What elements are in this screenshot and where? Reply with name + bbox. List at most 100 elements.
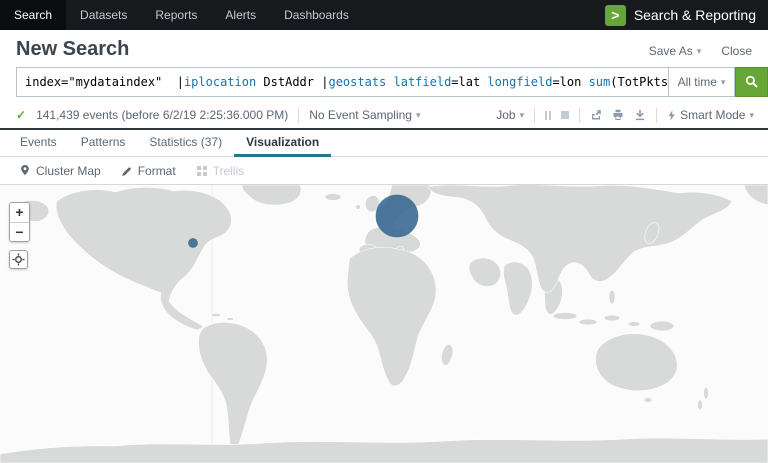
nav-item-datasets[interactable]: Datasets [66, 0, 141, 30]
query-segment-modifier: latfield [394, 75, 452, 89]
search-mode-label: Smart Mode [680, 108, 745, 122]
zoom-in-button[interactable]: + [10, 203, 29, 222]
indonesia-island [579, 319, 597, 325]
new-zealand [704, 387, 709, 399]
app-brand[interactable]: > Search & Reporting [593, 0, 768, 30]
save-as-button[interactable]: Save As ▾ [649, 44, 702, 58]
format-label: Format [138, 164, 176, 178]
job-dropdown[interactable]: Job ▾ [496, 108, 524, 122]
nav-item-search[interactable]: Search [0, 0, 66, 30]
tab-statistics-37[interactable]: Statistics (37) [137, 130, 234, 157]
search-icon [745, 75, 759, 89]
map-pin-icon [19, 164, 31, 177]
continent-north-america [56, 187, 231, 330]
antarctica [0, 438, 768, 463]
philippines [609, 290, 615, 304]
results-tabs: EventsPatternsStatistics (37)Visualizati… [0, 130, 768, 157]
india [503, 262, 532, 315]
query-segment-function: sum [589, 75, 611, 89]
header-actions: Save As ▾ Close [649, 44, 752, 58]
grid-icon [196, 165, 208, 177]
page-title: New Search [16, 38, 129, 61]
job-status-bar: ✓ 141,439 events (before 6/2/19 2:25:36.… [0, 102, 768, 128]
splunk-logo-icon: > [605, 5, 626, 26]
download-icon [634, 109, 646, 121]
search-header: New Search Save As ▾ Close [0, 30, 768, 65]
nav-item-dashboards[interactable]: Dashboards [270, 0, 363, 30]
query-segment-plain: =lon [552, 75, 588, 89]
print-button[interactable] [612, 109, 624, 121]
arabia [469, 258, 501, 287]
continent-siberia-east [744, 185, 768, 205]
job-label: Job [496, 108, 515, 122]
stop-button[interactable] [561, 111, 569, 119]
zoom-out-button[interactable]: − [10, 222, 29, 241]
trellis-label: Trellis [213, 164, 245, 178]
chevron-down-icon: ▾ [697, 46, 702, 57]
search-bar: index="mydataindex" |iplocation DstAddr … [16, 67, 768, 97]
nav-item-reports[interactable]: Reports [141, 0, 211, 30]
continent-south-america [198, 322, 267, 453]
tab-patterns[interactable]: Patterns [69, 130, 138, 157]
tab-visualization[interactable]: Visualization [234, 130, 331, 157]
indonesia-island [628, 322, 640, 327]
chevron-down-icon: ▾ [520, 110, 525, 121]
time-range-picker[interactable]: All time ▾ [669, 67, 735, 97]
map-controls: + − [9, 202, 30, 269]
query-segment-plain [386, 75, 393, 89]
format-button[interactable]: Format [112, 161, 185, 181]
zoom-controls: + − [9, 202, 30, 242]
query-segment-plain: index="mydataindex" [25, 75, 177, 89]
time-range-label: All time [678, 75, 717, 89]
bubble-cluster-europe[interactable] [376, 195, 418, 237]
job-success-icon: ✓ [16, 108, 26, 122]
query-segment-plain: =lat [451, 75, 487, 89]
viz-type-cluster-map-button[interactable]: Cluster Map [10, 161, 110, 181]
viz-type-label: Cluster Map [36, 164, 101, 178]
bubble-cluster-us[interactable] [189, 239, 198, 248]
new-zealand [698, 400, 703, 410]
nav-item-alerts[interactable]: Alerts [211, 0, 270, 30]
search-query: index="mydataindex" |iplocation DstAddr … [25, 75, 669, 89]
top-nav: SearchDatasetsReportsAlertsDashboards > … [0, 0, 768, 30]
search-mode-dropdown[interactable]: Smart Mode ▾ [667, 108, 754, 122]
madagascar [441, 345, 453, 366]
new-guinea [650, 321, 674, 331]
trellis-button[interactable]: Trellis [187, 161, 254, 181]
close-button[interactable]: Close [721, 44, 752, 58]
caribbean-island [211, 313, 221, 316]
indonesia-island [604, 315, 620, 321]
viz-toolbar: Cluster Map Format Trellis [0, 157, 768, 185]
search-input[interactable]: index="mydataindex" |iplocation DstAddr … [16, 67, 669, 97]
chevron-down-icon: ▾ [721, 77, 726, 88]
query-segment-command: geostats [328, 75, 386, 89]
divider [579, 108, 580, 123]
divider [656, 108, 657, 123]
ireland [356, 205, 361, 210]
caribbean-island [227, 318, 234, 321]
tab-events[interactable]: Events [8, 130, 69, 157]
export-button[interactable] [634, 109, 646, 121]
share-button[interactable] [590, 109, 602, 121]
cluster-map-svg[interactable] [0, 185, 768, 463]
chevron-down-icon: ▾ [749, 110, 754, 121]
chevron-down-icon: ▾ [416, 110, 421, 121]
query-segment-plain: DstAddr [256, 75, 321, 89]
query-segment-command: iplocation [184, 75, 256, 89]
iceland [325, 194, 341, 201]
pause-button[interactable] [545, 111, 551, 120]
continent-australia [595, 334, 677, 391]
event-sampling-label: No Event Sampling [309, 108, 412, 122]
share-icon [590, 109, 602, 121]
app-title: Search & Reporting [634, 7, 756, 23]
locate-button[interactable] [9, 250, 28, 269]
save-as-label: Save As [649, 44, 693, 58]
continent-africa [347, 247, 436, 386]
cluster-map[interactable]: + − [0, 185, 768, 463]
top-nav-items: SearchDatasetsReportsAlertsDashboards [0, 0, 363, 30]
pencil-icon [121, 165, 133, 177]
job-status-left: ✓ 141,439 events (before 6/2/19 2:25:36.… [16, 108, 421, 123]
divider [534, 108, 535, 123]
event-sampling-dropdown[interactable]: No Event Sampling ▾ [309, 108, 420, 122]
search-button[interactable] [735, 67, 768, 97]
